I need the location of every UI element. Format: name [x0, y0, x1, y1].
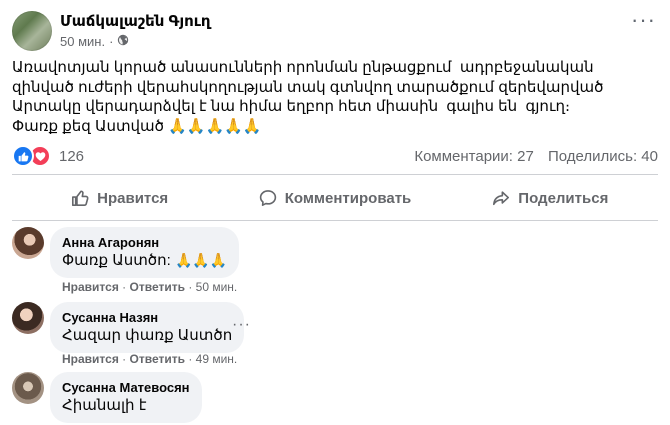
share-arrow-icon: [493, 191, 510, 206]
comment-text: Հազար փառք Աստծո: [62, 327, 233, 344]
reactions-count: 126: [59, 147, 85, 165]
post-header-text: Մաճկալաշեն Գյուղ 50 мин. ·: [60, 12, 211, 50]
like-button-label: Нравится: [97, 189, 169, 207]
comment-author[interactable]: Сусанна Назян: [62, 310, 232, 326]
like-icon: [12, 145, 34, 167]
comment-reply-link[interactable]: Ответить: [130, 280, 185, 294]
comment-item: Сусанна Назян Հազար փառք Աստծո: [12, 302, 245, 353]
globe-icon[interactable]: [117, 34, 129, 50]
commenter-avatar[interactable]: [12, 372, 44, 404]
comment-bubble: Анна Агаронян Փառք Աստծո: 🙏🙏🙏: [50, 227, 240, 278]
comment-actions-dot: ·: [188, 280, 193, 294]
page-name[interactable]: Մաճկալաշեն Գյուղ: [60, 12, 211, 31]
stats-right: Комментарии: 27 Поделились: 40: [414, 148, 658, 165]
comment-like-link[interactable]: Нравится: [62, 280, 119, 294]
facebook-post: Մաճկալաշեն Գյուղ 50 мин. · ··· Առավոտյան…: [0, 0, 670, 425]
comment-author[interactable]: Сусанна Матевосян: [62, 380, 190, 396]
comment-actions: Нравится · Ответить · 50 мин.: [62, 280, 237, 294]
commenter-avatar[interactable]: [12, 302, 44, 334]
comment-button[interactable]: Комментировать: [227, 181, 442, 215]
comment-bubble: Сусанна Матевосян Հիանալի է: [50, 372, 202, 423]
comment-time[interactable]: 50 мин.: [196, 280, 238, 294]
comments-count-link[interactable]: Комментарии: 27: [414, 148, 534, 165]
share-button-label: Поделиться: [518, 189, 609, 207]
comment-text: Փառք Աստծո: 🙏🙏🙏: [62, 251, 227, 270]
comment-reply-link[interactable]: Ответить: [130, 352, 185, 366]
comment-author[interactable]: Анна Агаронян: [62, 235, 227, 251]
post-time[interactable]: 50 мин.: [60, 34, 105, 50]
comment-item: Анна Агаронян Փառք Աստծո: 🙏🙏🙏: [12, 227, 240, 278]
comment-time[interactable]: 49 мин.: [196, 352, 238, 366]
comment-button-label: Комментировать: [284, 189, 412, 207]
divider-top: [12, 174, 658, 175]
share-button[interactable]: Поделиться: [443, 181, 658, 215]
post-actions: Нравится Комментировать Поделиться: [12, 181, 658, 215]
comment-item: Сусанна Матевосян Հիանալի է: [12, 372, 202, 423]
comment-like-link[interactable]: Нравится: [62, 352, 119, 366]
pray-emoji: 🙏🙏🙏: [175, 252, 228, 268]
reactions-summary[interactable]: 126: [12, 145, 84, 167]
post-stats: 126 Комментарии: 27 Поделились: 40: [12, 145, 658, 167]
comment-actions: Нравится · Ответить · 49 мин.: [62, 352, 237, 366]
like-button[interactable]: Нравится: [12, 181, 227, 215]
comment-actions-dot: ·: [122, 280, 127, 294]
thumbs-up-icon: [72, 190, 89, 207]
comment-text: Հիանալի է: [62, 397, 147, 414]
shares-count-link[interactable]: Поделились: 40: [548, 148, 658, 165]
comment-actions-dot: ·: [188, 352, 193, 366]
comment-bubble-icon: [259, 190, 276, 207]
divider-bottom: [12, 220, 658, 221]
comment-actions-dot: ·: [122, 352, 127, 366]
post-header: Մաճկալաշեն Գյուղ 50 мин. ·: [12, 11, 211, 51]
comment-bubble: Сусанна Назян Հազար փառք Աստծո: [50, 302, 245, 353]
post-more-icon[interactable]: ···: [631, 9, 656, 31]
comment-more-icon[interactable]: ···: [232, 316, 251, 334]
commenter-avatar[interactable]: [12, 227, 44, 259]
post-text: Առավոտյան կորած անասունների որոնման ընթա…: [12, 59, 604, 135]
comment-text-body: Փառք Աստծո:: [62, 252, 171, 269]
meta-separator: ·: [109, 34, 114, 49]
post-meta: 50 мин. ·: [60, 34, 211, 50]
page-avatar[interactable]: [12, 11, 52, 51]
